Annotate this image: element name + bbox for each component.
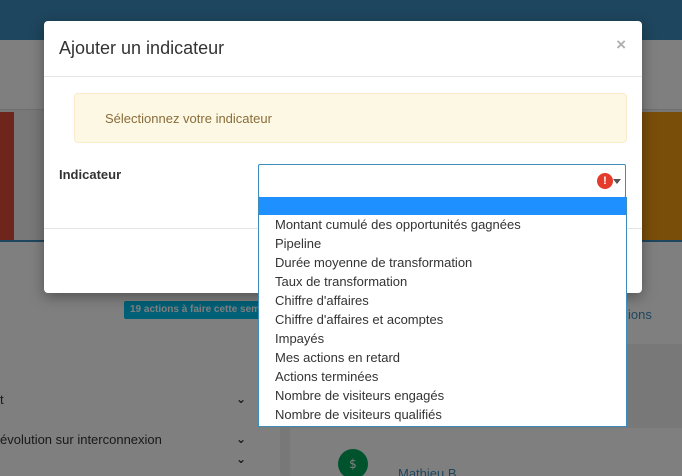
indicator-dropdown-list: Montant cumulé des opportunités gagnées … (258, 197, 627, 427)
caret-down-icon[interactable] (613, 179, 621, 184)
indicator-label: Indicateur (59, 167, 122, 182)
error-icon: ! (597, 173, 613, 189)
dropdown-option[interactable]: Taux de transformation (259, 272, 626, 291)
alert-message: Sélectionnez votre indicateur (105, 111, 272, 126)
indicator-select[interactable]: ! (258, 164, 626, 198)
dropdown-option[interactable]: Montant cumulé des opportunités gagnées (259, 215, 626, 234)
modal-header: Ajouter un indicateur × (44, 21, 642, 77)
dropdown-option[interactable]: Nombre de visiteurs engagés (259, 386, 626, 405)
dropdown-option[interactable]: Mes actions en retard (259, 348, 626, 367)
dropdown-option[interactable]: Chiffre d'affaires (259, 291, 626, 310)
dropdown-option[interactable]: Nombre de visiteurs qualifiés (259, 405, 626, 424)
warning-alert: Sélectionnez votre indicateur (74, 93, 627, 143)
dropdown-option[interactable]: Actions terminées (259, 367, 626, 386)
close-icon[interactable]: × (616, 35, 626, 55)
dropdown-option[interactable]: Durée moyenne de transformation (259, 253, 626, 272)
modal-title: Ajouter un indicateur (59, 38, 225, 58)
dropdown-option[interactable]: Pipeline (259, 234, 626, 253)
dropdown-option[interactable]: Chiffre d'affaires et acomptes (259, 310, 626, 329)
dropdown-option-empty[interactable] (259, 197, 626, 215)
dropdown-option[interactable]: Impayés (259, 329, 626, 348)
